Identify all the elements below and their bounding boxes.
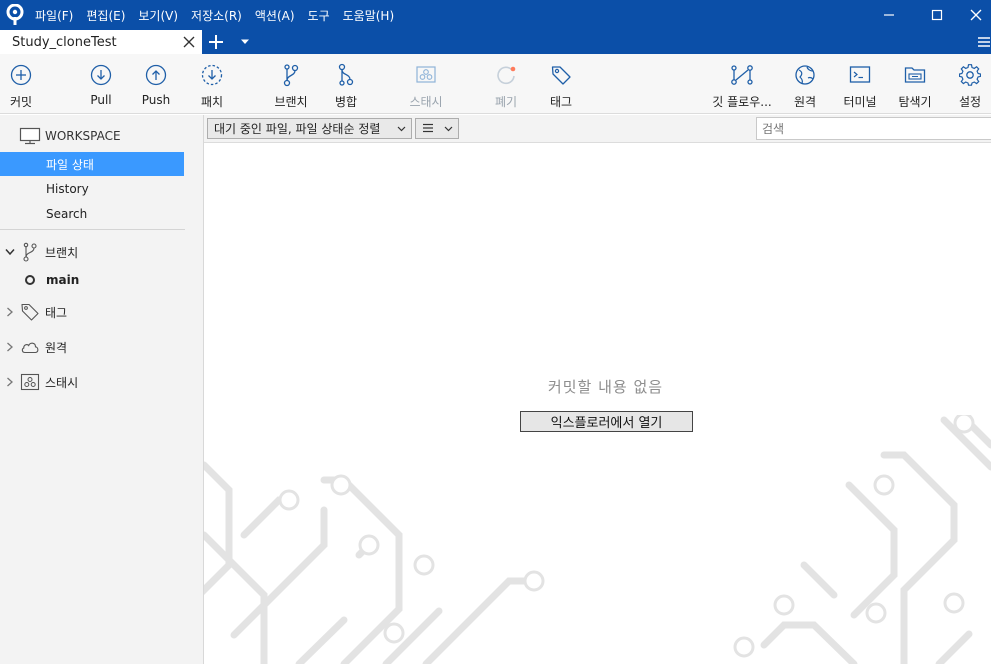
settings-button[interactable]: 설정: [956, 62, 984, 110]
arrow-down-circle-icon: [88, 62, 114, 88]
stash-icon: [413, 62, 439, 88]
terminal-icon: [847, 62, 873, 88]
menu-help[interactable]: 도움말(H): [343, 7, 395, 24]
chevron-down-icon: [395, 123, 407, 135]
gear-icon: [957, 62, 983, 88]
plus-icon: [209, 35, 223, 49]
branch-icon: [278, 62, 304, 88]
file-status-toolbar: 대기 중인 파일, 파일 상태순 정렬: [204, 115, 991, 143]
close-tab-button[interactable]: [182, 34, 196, 50]
workspace-header: WORKSPACE: [0, 123, 204, 149]
tab-list-dropdown[interactable]: [237, 34, 253, 50]
chevron-down-icon: [3, 248, 17, 256]
repo-tab-title: Study_cloneTest: [12, 34, 117, 50]
branch-item-main[interactable]: main: [0, 268, 184, 292]
maximize-icon: [931, 9, 943, 21]
nothing-to-commit-message: 커밋할 내용 없음: [547, 378, 664, 396]
monitor-icon: [19, 126, 41, 146]
sidebar-item-file-status[interactable]: 파일 상태: [0, 152, 184, 176]
fetch-arrow-dashed-circle-icon: [199, 62, 225, 88]
menu-edit[interactable]: 편집(E): [86, 7, 125, 24]
git-flow-icon: [729, 62, 755, 88]
stashes-label: 스태시: [45, 375, 79, 390]
chevron-right-icon: [3, 307, 17, 317]
open-in-explorer-button[interactable]: 익스플로러에서 열기: [520, 411, 693, 432]
tags-label: 태그: [45, 305, 68, 320]
branch-name: main: [46, 273, 80, 287]
close-icon: [970, 9, 982, 21]
stash-button[interactable]: 스태시: [405, 62, 447, 110]
push-button[interactable]: Push: [140, 62, 172, 110]
stashes-header[interactable]: 스태시: [0, 369, 204, 395]
menu-tools[interactable]: 도구: [308, 7, 330, 24]
git-flow-button[interactable]: 깃 플로우...: [709, 62, 775, 110]
explorer-button[interactable]: 탐색기: [896, 62, 934, 110]
hamburger-menu-button[interactable]: [977, 32, 991, 52]
branch-icon: [19, 242, 41, 262]
branches-label: 브랜치: [45, 245, 79, 260]
merge-button[interactable]: 병합: [332, 62, 360, 110]
cloud-icon: [19, 337, 41, 357]
close-icon: [183, 36, 195, 48]
chevron-right-icon: [3, 342, 17, 352]
file-status-panel: 대기 중인 파일, 파일 상태순 정렬 검색 커밋할 내용 없음 익스플로러에서…: [204, 115, 991, 664]
window-controls: [865, 0, 991, 30]
sidebar: WORKSPACE 파일 상태 History Search 브랜치 main …: [0, 115, 204, 664]
tag-button[interactable]: 태그: [547, 62, 575, 110]
repo-tab-bar: Study_cloneTest: [0, 30, 991, 54]
merge-icon: [333, 62, 359, 88]
sidebar-item-history[interactable]: History: [0, 177, 184, 201]
sourcetree-logo-icon: [0, 0, 30, 30]
chevron-down-icon: [442, 123, 454, 135]
tag-icon: [19, 302, 41, 322]
commit-button[interactable]: 커밋: [5, 62, 37, 110]
title-menu-bar: 파일(F) 편집(E) 보기(V) 저장소(R) 액션(A) 도구 도움말(H): [0, 0, 991, 30]
terminal-button[interactable]: 터미널: [840, 62, 880, 110]
tag-icon: [548, 62, 574, 88]
menu-file[interactable]: 파일(F): [35, 7, 73, 24]
chevron-down-icon: [241, 39, 249, 44]
chevron-right-icon: [3, 377, 17, 387]
stash-icon: [19, 372, 41, 392]
minimize-button[interactable]: [865, 0, 913, 30]
remotes-header[interactable]: 원격: [0, 334, 204, 360]
add-tab-button[interactable]: [205, 32, 227, 52]
fetch-button[interactable]: 패치: [197, 62, 227, 110]
menu-actions[interactable]: 액션(A): [255, 7, 295, 24]
file-filter-dropdown[interactable]: 대기 중인 파일, 파일 상태순 정렬: [207, 118, 412, 139]
file-filter-value: 대기 중인 파일, 파일 상태순 정렬: [214, 122, 381, 136]
plus-circle-icon: [8, 62, 34, 88]
menu-view[interactable]: 보기(V): [138, 7, 178, 24]
workspace-label: WORKSPACE: [45, 129, 121, 143]
discard-icon: [493, 62, 519, 88]
branches-header[interactable]: 브랜치: [0, 239, 204, 265]
remotes-label: 원격: [45, 340, 68, 355]
arrow-up-circle-icon: [143, 62, 169, 88]
pull-button[interactable]: Pull: [86, 62, 116, 110]
close-window-button[interactable]: [961, 0, 991, 30]
circuit-background-decoration: [204, 415, 991, 664]
repo-tab[interactable]: Study_cloneTest: [0, 30, 202, 54]
list-view-icon: [422, 122, 434, 136]
current-branch-indicator-icon: [25, 275, 35, 285]
tags-header[interactable]: 태그: [0, 299, 204, 325]
main-toolbar: 커밋 Pull Push 패치 브랜치 병합 스태시 폐기 태그 깃 플로우..…: [0, 54, 991, 114]
maximize-button[interactable]: [913, 0, 961, 30]
view-mode-dropdown[interactable]: [415, 118, 459, 139]
search-input[interactable]: [756, 117, 991, 140]
remote-button[interactable]: 원격: [792, 62, 818, 110]
hamburger-icon: [978, 37, 990, 47]
minimize-icon: [884, 14, 894, 16]
discard-button[interactable]: 폐기: [491, 62, 521, 110]
sidebar-item-search[interactable]: Search: [0, 202, 184, 226]
sidebar-divider: [0, 229, 185, 230]
menu-repository[interactable]: 저장소(R): [191, 7, 242, 24]
folder-icon: [902, 62, 928, 88]
globe-icon: [792, 62, 818, 88]
branch-button[interactable]: 브랜치: [271, 62, 311, 110]
